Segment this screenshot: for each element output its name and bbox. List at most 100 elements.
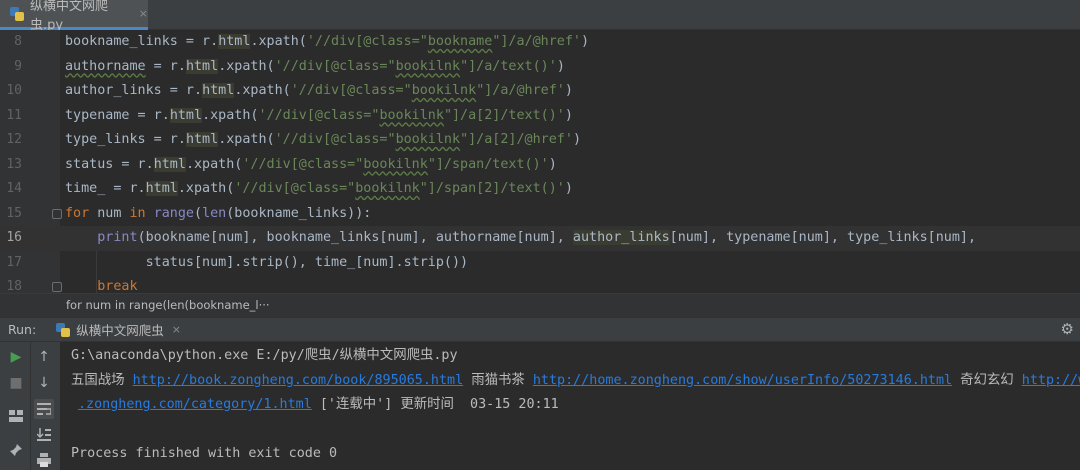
gear-icon[interactable]: ⚙ — [1061, 320, 1074, 338]
code-text: time_ = r.html.xpath('//div[@class="book… — [65, 177, 573, 202]
code-token: time_ = r. — [65, 181, 146, 196]
code-token: bookilnk — [411, 83, 477, 98]
code-token: html — [185, 58, 219, 74]
console-text: 奇幻玄幻 — [952, 373, 1022, 388]
code-token: '//div[@class=" — [306, 34, 428, 49]
fold-marker-icon[interactable] — [52, 282, 62, 292]
line-number: 16 — [6, 230, 22, 245]
editor-tab-label: 纵横中文网爬虫.py — [30, 0, 109, 33]
console-text: 雨猫书茶 — [463, 373, 533, 388]
code-text: type_links = r.html.xpath('//div[@class=… — [65, 128, 581, 153]
code-token: html — [218, 34, 251, 49]
editor-tab-bar: 纵横中文网爬虫.py × — [0, 0, 1080, 33]
scroll-down-icon[interactable]: ↓ — [34, 373, 54, 393]
console-link[interactable]: http://www — [1022, 373, 1080, 388]
run-console-output[interactable]: G:\anaconda\python.exe E:/py/爬虫/纵横中文网爬虫.… — [60, 342, 1080, 470]
line-number: 13 — [6, 156, 22, 172]
run-panel-header: Run: 纵横中文网爬虫 × ⚙ — [0, 317, 1080, 342]
code-line[interactable]: 15 for num in range(len(bookname_links)): — [0, 202, 1080, 227]
code-line[interactable]: 14 time_ = r.html.xpath('//div[@class="bo… — [0, 177, 1080, 202]
code-text: status[num].strip(), time_[num].strip()) — [65, 251, 468, 276]
code-token: '//div[@class=" — [258, 107, 380, 123]
fold-marker-icon[interactable] — [52, 208, 62, 219]
print-icon[interactable] — [34, 450, 54, 470]
python-run-icon — [56, 322, 71, 337]
code-token: in — [129, 205, 146, 221]
code-token: bookilnk — [363, 156, 428, 172]
line-number: 9 — [14, 58, 22, 74]
rerun-icon[interactable]: ▶ — [6, 347, 26, 367]
code-line[interactable]: 9 authorname = r.html.xpath('//div[@class… — [0, 55, 1080, 80]
code-token: typename = r. — [65, 107, 170, 123]
code-line[interactable]: 18 break — [0, 275, 1080, 293]
code-token: .xpath( — [218, 58, 275, 74]
line-number: 8 — [14, 34, 22, 49]
code-token: break — [97, 279, 138, 293]
code-editor[interactable]: 8 bookname_links = r.html.xpath('//div[@c… — [0, 30, 1080, 293]
code-token: (bookname[num], bookname_links[num], aut… — [137, 230, 573, 245]
code-text: typename = r.html.xpath('//div[@class="b… — [65, 104, 573, 129]
line-number: 15 — [6, 205, 22, 221]
console-text: ['连载中'] 更新时间 03-15 20:11 — [311, 397, 559, 412]
code-token: [num], typename[num], type_links[num], — [669, 230, 977, 245]
code-token: range — [153, 205, 194, 221]
code-token: ) — [564, 83, 573, 98]
code-token: "]/span/text()' — [427, 156, 549, 172]
code-token: = r. — [145, 58, 186, 74]
layout-icon[interactable] — [6, 406, 26, 426]
line-number: 18 — [6, 279, 22, 293]
code-line[interactable]: 16 print(bookname[num], bookname_links[n… — [0, 226, 1080, 251]
breadcrumb[interactable]: for num in range(len(bookname_l··· — [0, 293, 1080, 317]
code-token: bookilnk — [379, 107, 444, 123]
console-link[interactable]: http://home.zongheng.com/show/userInfo/5… — [533, 373, 952, 388]
code-token: bookilnk — [395, 58, 461, 74]
code-token: html — [153, 156, 186, 172]
code-line[interactable]: 12 type_links = r.html.xpath('//div[@clas… — [0, 128, 1080, 153]
code-token: ) — [564, 107, 573, 123]
code-token: '//div[@class=" — [234, 181, 356, 196]
code-line[interactable]: 13 status = r.html.xpath('//div[@class="b… — [0, 153, 1080, 178]
console-link[interactable]: http://book.zongheng.com/book/895065.htm… — [133, 373, 464, 388]
code-token: ) — [572, 132, 581, 147]
code-token: type_links = r. — [65, 132, 186, 147]
code-token: len — [202, 205, 227, 221]
code-text: author_links = r.html.xpath('//div[@clas… — [65, 79, 573, 104]
code-token: bookilnk — [395, 132, 461, 147]
code-token: author_links = r. — [65, 83, 203, 98]
code-token: "]/span[2]/text()' — [419, 181, 565, 196]
run-config-tab[interactable]: 纵横中文网爬虫 × — [50, 318, 187, 342]
code-token: html — [202, 83, 235, 98]
stop-icon[interactable]: ■ — [6, 373, 26, 393]
code-token: .xpath( — [177, 181, 235, 196]
console-output-line-wrapped: .zongheng.com/category/1.html ['连载中'] 更新… — [78, 393, 559, 418]
editor-tab-active[interactable]: 纵横中文网爬虫.py × — [0, 0, 148, 33]
soft-wrap-icon[interactable] — [34, 399, 54, 419]
scroll-up-icon[interactable]: ↑ — [34, 347, 54, 367]
code-token: num — [89, 205, 130, 221]
close-tab-icon[interactable]: × — [139, 7, 148, 20]
line-number: 14 — [6, 181, 22, 196]
code-token: .xpath( — [250, 34, 307, 49]
scroll-to-end-icon[interactable] — [34, 425, 54, 445]
code-line[interactable]: 17 status[num].strip(), time_[num].strip… — [0, 251, 1080, 276]
code-token: ) — [548, 156, 557, 172]
code-line[interactable]: 8 bookname_links = r.html.xpath('//div[@c… — [0, 30, 1080, 55]
code-line[interactable]: 11 typename = r.html.xpath('//div[@class=… — [0, 104, 1080, 129]
code-token: '//div[@class=" — [274, 58, 396, 74]
code-token: ) — [556, 58, 565, 74]
console-text: 五国战场 — [71, 373, 133, 388]
console-command-line: G:\anaconda\python.exe E:/py/爬虫/纵横中文网爬虫.… — [71, 348, 458, 363]
code-token: html — [145, 181, 178, 196]
code-text: authorname = r.html.xpath('//div[@class=… — [65, 55, 565, 80]
code-line[interactable]: 10 author_links = r.html.xpath('//div[@cl… — [0, 79, 1080, 104]
code-token: "]/a/@href' — [492, 34, 581, 49]
run-panel-label: Run: — [8, 322, 37, 337]
code-token: .xpath( — [185, 156, 243, 172]
console-link[interactable]: .zongheng.com/category/1.html — [78, 397, 312, 412]
close-run-tab-icon[interactable]: × — [172, 323, 181, 336]
console-output-line: 五国战场 http://book.zongheng.com/book/89506… — [71, 369, 1080, 394]
pin-icon[interactable] — [6, 440, 26, 460]
